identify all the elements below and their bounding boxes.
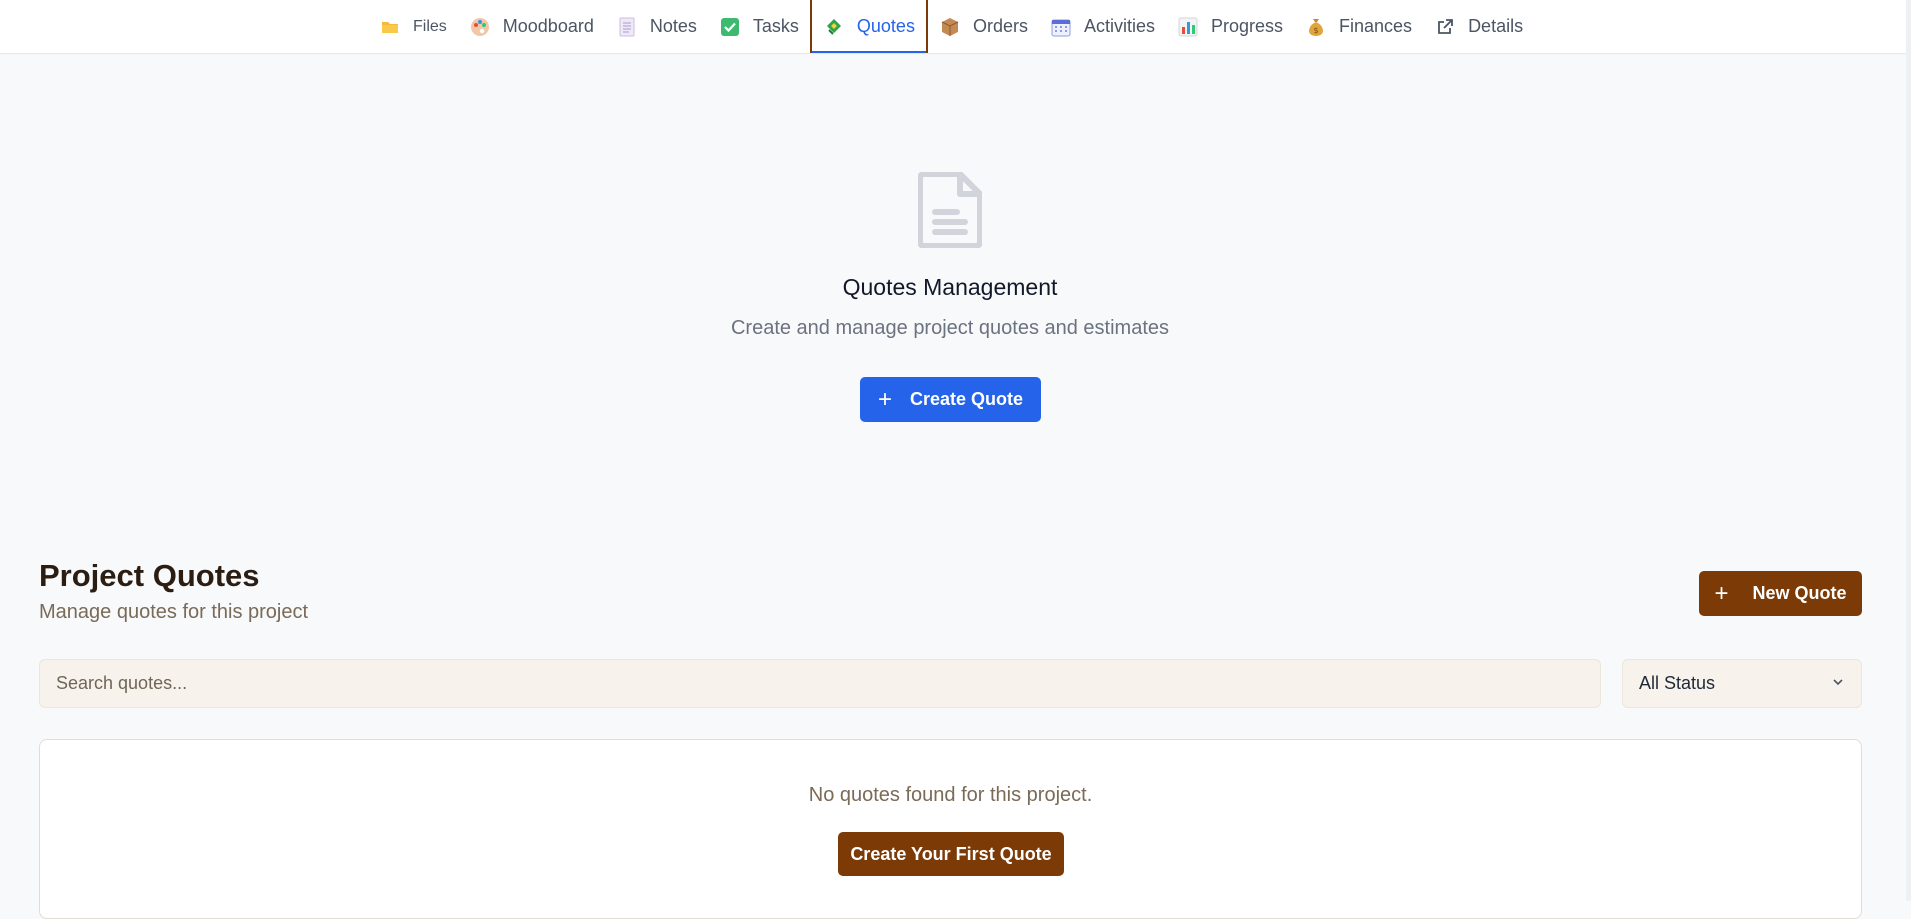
- tab-list: Files Moodboard Notes Tasks Quotes Order…: [368, 0, 1534, 53]
- folder-icon: [379, 16, 401, 38]
- plus-icon: +: [1714, 579, 1729, 607]
- tab-label: Moodboard: [502, 16, 594, 36]
- tab-label: Tasks: [752, 16, 799, 36]
- tab-progress[interactable]: Progress: [1166, 0, 1294, 53]
- tab-files[interactable]: Files: [368, 0, 458, 53]
- tab-label: Finances: [1339, 16, 1413, 36]
- package-icon: [939, 16, 961, 38]
- money-icon: [823, 16, 845, 38]
- tab-quotes[interactable]: Quotes: [809, 0, 928, 53]
- document-icon: [917, 171, 983, 249]
- tab-details[interactable]: Details: [1423, 0, 1534, 53]
- tab-finances[interactable]: $ Finances: [1294, 0, 1423, 53]
- search-quotes-input[interactable]: [39, 659, 1601, 708]
- status-filter-value: All Status: [1639, 673, 1716, 693]
- money-bag-icon: $: [1305, 16, 1327, 38]
- notepad-icon: [616, 16, 638, 38]
- tab-orders[interactable]: Orders: [928, 0, 1039, 53]
- chevron-down-icon: [1831, 673, 1845, 694]
- bar-chart-icon: [1177, 16, 1199, 38]
- svg-text:$: $: [1313, 26, 1318, 35]
- tab-tasks[interactable]: Tasks: [708, 0, 810, 53]
- tab-moodboard[interactable]: Moodboard: [458, 0, 605, 53]
- new-quote-button[interactable]: + New Quote: [1699, 571, 1862, 616]
- tab-notes[interactable]: Notes: [605, 0, 708, 53]
- calendar-icon: [1050, 16, 1072, 38]
- section-title: Project Quotes: [39, 558, 260, 593]
- palette-icon: [469, 16, 491, 38]
- checkbox-icon: [719, 16, 741, 38]
- quotes-management-subtitle: Create and manage project quotes and est…: [730, 317, 1170, 339]
- create-quote-button[interactable]: + Create Quote: [860, 377, 1041, 422]
- tab-label: Orders: [972, 16, 1028, 36]
- tab-activities[interactable]: Activities: [1039, 0, 1166, 53]
- external-link-icon: [1434, 16, 1456, 38]
- tab-label: Progress: [1210, 16, 1284, 36]
- tab-label: Files: [413, 17, 447, 35]
- status-filter-select[interactable]: All Status: [1622, 659, 1862, 708]
- tab-label: Quotes: [856, 16, 915, 36]
- project-tab-bar: Files Moodboard Notes Tasks Quotes Order…: [0, 0, 1911, 54]
- tab-label: Notes: [649, 16, 697, 36]
- tab-label: Activities: [1083, 16, 1155, 36]
- quotes-list-panel: No quotes found for this project. Create…: [39, 739, 1862, 919]
- plus-icon: +: [877, 385, 892, 413]
- create-first-quote-button[interactable]: Create Your First Quote: [838, 832, 1064, 876]
- quotes-management-title: Quotes Management: [842, 274, 1058, 300]
- empty-state-message: No quotes found for this project.: [808, 784, 1093, 806]
- tab-label: Details: [1468, 16, 1524, 36]
- new-quote-label: New Quote: [1752, 583, 1847, 603]
- page-scrollbar[interactable]: [1906, 0, 1911, 901]
- section-subtitle: Manage quotes for this project: [39, 601, 309, 623]
- create-quote-label: Create Quote: [909, 389, 1024, 409]
